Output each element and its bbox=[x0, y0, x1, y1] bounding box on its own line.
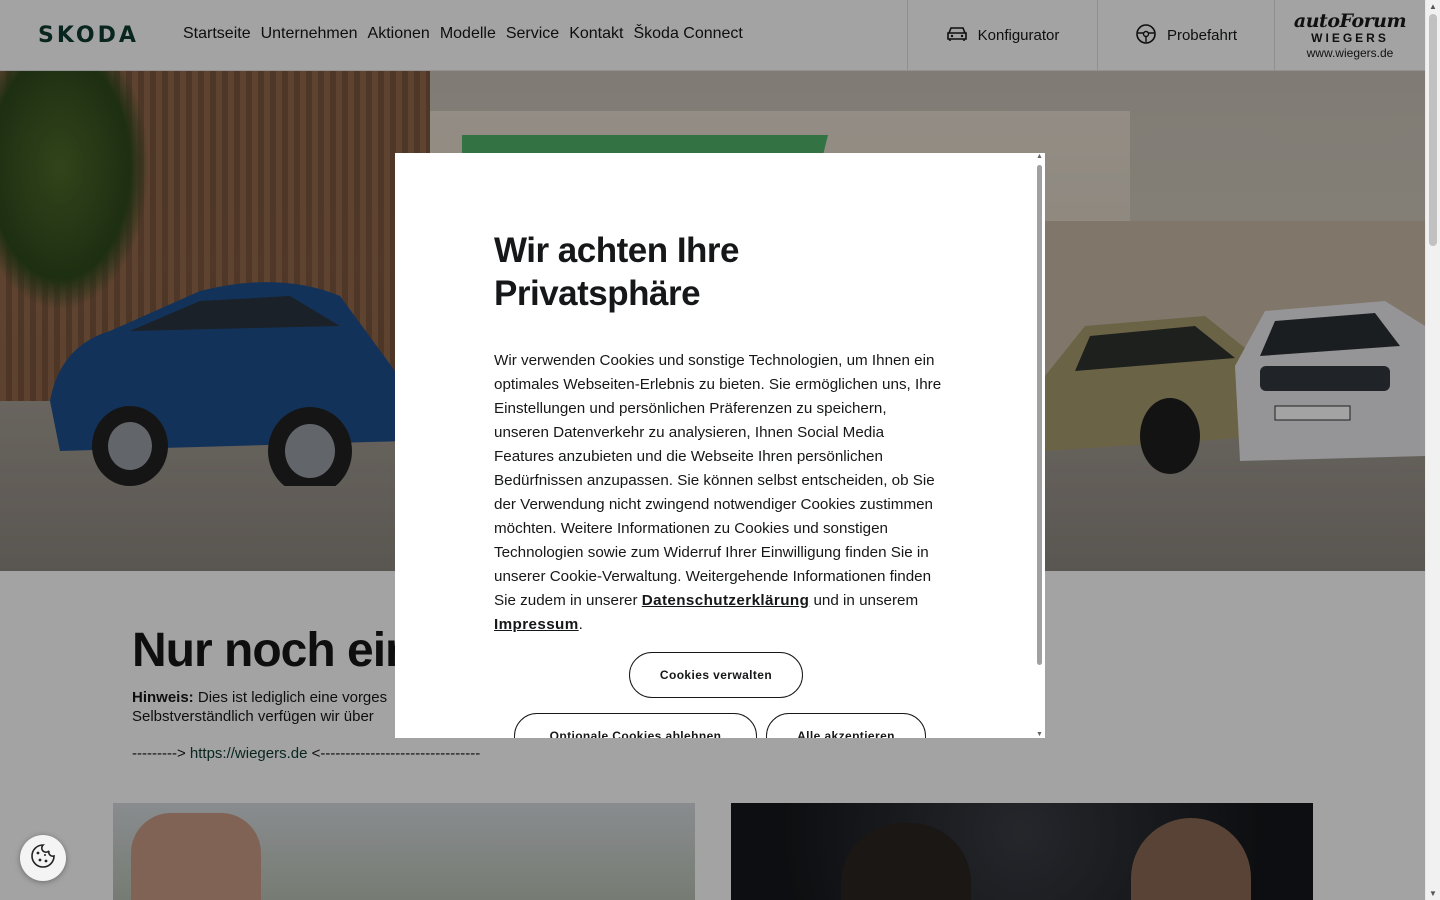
cookie-dialog-content: Wir achten Ihre Privatsphäre Wir verwend… bbox=[494, 229, 944, 637]
scroll-up-arrow-icon[interactable]: ▲ bbox=[1429, 2, 1437, 11]
cookie-icon bbox=[30, 843, 56, 874]
page-scrollbar[interactable]: ▲ ▼ bbox=[1425, 0, 1440, 900]
dialog-scrollbar-thumb[interactable] bbox=[1037, 165, 1042, 665]
privacy-policy-link[interactable]: Datenschutzerklärung bbox=[642, 592, 810, 609]
cookie-dialog-title: Wir achten Ihre Privatsphäre bbox=[494, 231, 740, 313]
cookie-consent-dialog: Wir achten Ihre Privatsphäre Wir verwend… bbox=[395, 153, 1045, 738]
dialog-scrollbar[interactable]: ▲ ▼ bbox=[1035, 153, 1045, 738]
cookie-settings-button[interactable] bbox=[20, 835, 66, 881]
imprint-link[interactable]: Impressum bbox=[494, 616, 579, 633]
cookie-dialog-body: Wir verwenden Cookies und sonstige Techn… bbox=[494, 352, 942, 609]
scroll-down-arrow-icon[interactable]: ▼ bbox=[1429, 889, 1437, 898]
cookie-dialog-end: . bbox=[578, 616, 583, 633]
cookie-dialog-between: und in unserem bbox=[809, 592, 919, 609]
accept-all-cookies-button[interactable]: Alle akzeptieren bbox=[766, 713, 926, 738]
dialog-scroll-down-icon[interactable]: ▼ bbox=[1036, 731, 1043, 738]
reject-optional-cookies-button[interactable]: Optionale Cookies ablehnen bbox=[514, 713, 757, 738]
cookie-dialog-text: Wir verwenden Cookies und sonstige Techn… bbox=[494, 349, 944, 637]
page-scrollbar-thumb[interactable] bbox=[1429, 14, 1437, 246]
manage-cookies-button[interactable]: Cookies verwalten bbox=[629, 652, 803, 698]
dialog-scroll-up-icon[interactable]: ▲ bbox=[1036, 153, 1043, 160]
